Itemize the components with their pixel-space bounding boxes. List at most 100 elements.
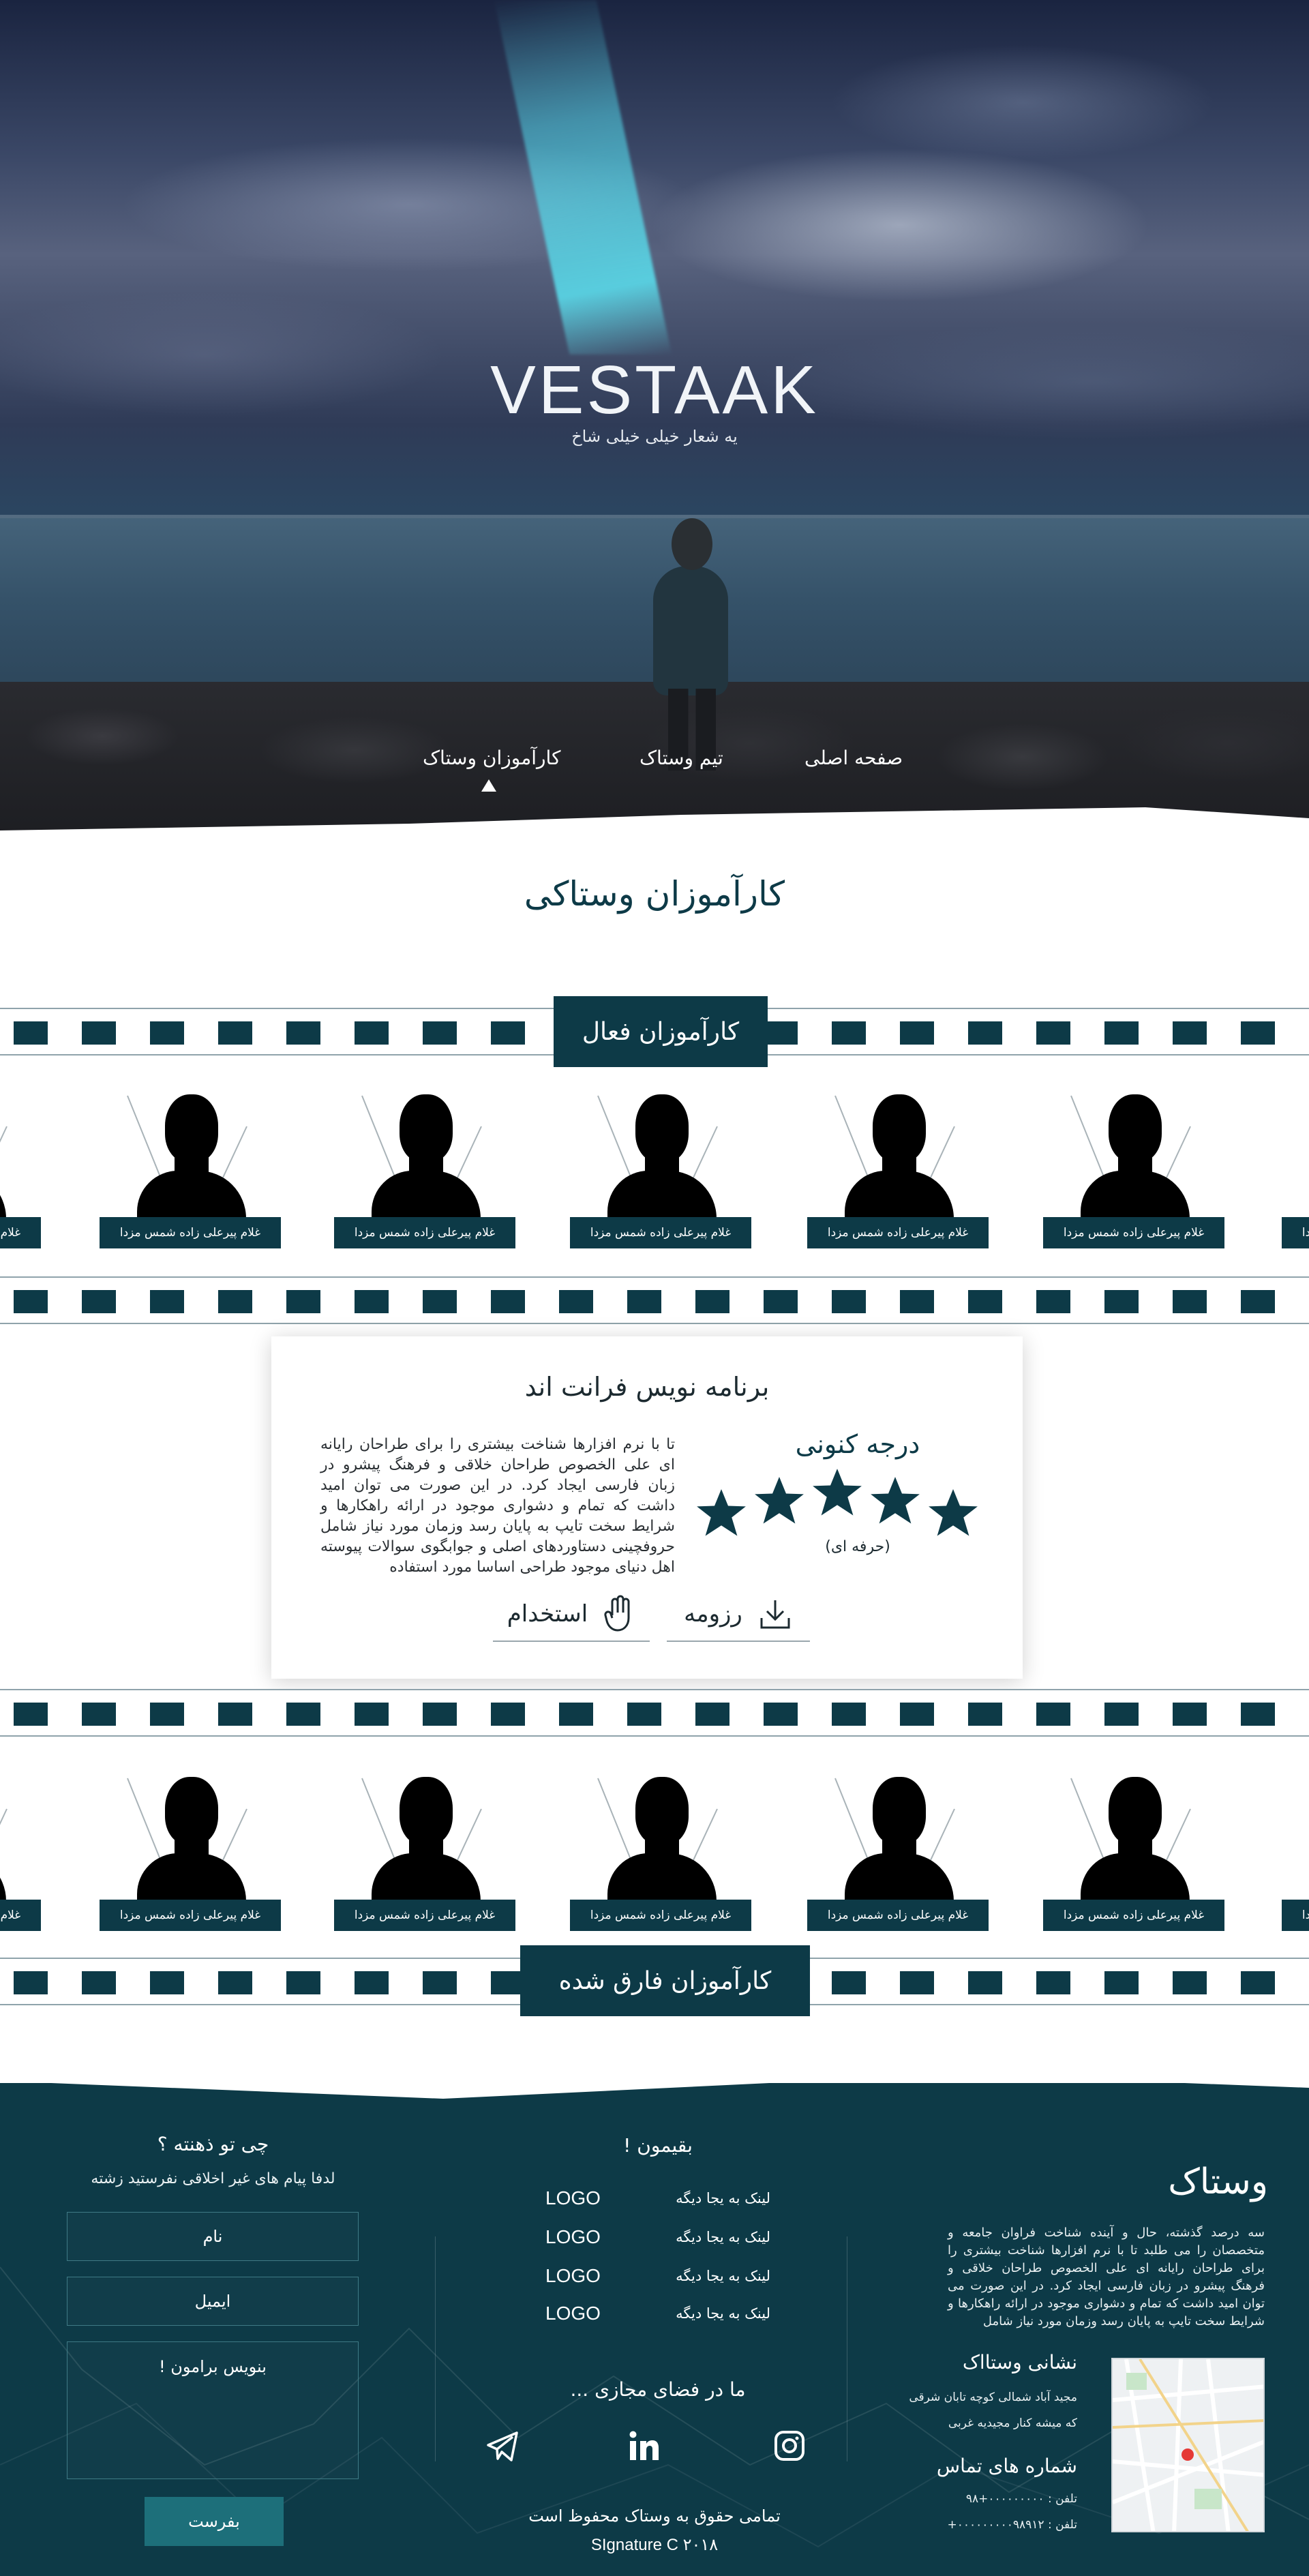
footer-link[interactable]: لینک به یجا دیگه LOGO [545, 2262, 770, 2290]
footer-link-text: لینک به یجا دیگه [676, 2305, 770, 2322]
avatar [165, 1777, 218, 1845]
form-title: چی تو ذهنته ؟ [157, 2133, 269, 2155]
film-strip-middle [0, 1276, 1309, 1324]
graduated-interns-label: کارآموزان فارق شده [520, 1945, 810, 2016]
intern-name: غلام پیرعلی زاده شمس مزدا [570, 1900, 751, 1931]
email-field-placeholder: ایمیل [194, 2292, 231, 2311]
footer-divider [435, 2236, 436, 2461]
brand-slogan: یه شعار خیلی خیلی شاخ [571, 427, 738, 446]
intern-card[interactable]: غلام پیرعلی زاده شمس مزدا [334, 1089, 515, 1253]
footer-contact-title: شماره های تماس [936, 2455, 1077, 2477]
avatar [400, 1094, 453, 1163]
download-icon [760, 1600, 790, 1629]
footer-link[interactable]: لینک به یجا دیگه LOGO [545, 2223, 770, 2251]
avatar [873, 1777, 926, 1845]
intern-name: غلام پیرعلی زاده شمس مزدا [1282, 1217, 1309, 1248]
footer-link-logo: LOGO [545, 2265, 601, 2286]
instagram-icon[interactable] [772, 2429, 807, 2463]
map-pin-icon [1182, 2448, 1194, 2461]
intern-name: غلام پیرعلی زاده شمس مزدا [334, 1900, 515, 1931]
intern-detail-card: برنامه نویس فرانت اند درجه کنونی (حرفه ا… [271, 1336, 1023, 1679]
star-icon [751, 1473, 808, 1527]
footer-link-logo: LOGO [545, 2187, 601, 2208]
intern-description: تا با نرم افزارها شناخت بیشتری را برای ط… [320, 1436, 675, 1576]
footer-link[interactable]: لینک به یجا دیگه LOGO [545, 2300, 770, 2327]
graduated-interns-row: غلام پیرعلی زاده شمس مزدا غلام پیرعلی زا… [0, 1771, 1309, 1935]
intern-card[interactable]: غلام پیرعلی زاده شمس مزدا [334, 1771, 515, 1935]
intern-name: غلام پیرعلی زاده شمس مزدا [570, 1217, 751, 1248]
page-title: کارآموزان وستاکی [524, 874, 785, 914]
footer-link-text: لینک به یجا دیگه [676, 2268, 770, 2284]
footer-top-edge [0, 2073, 1309, 2099]
message-field-placeholder: ! بنویس برامون [159, 2357, 267, 2376]
avatar [635, 1094, 689, 1163]
footer-phone-1: تلفن : ۰۰۰۰۰۰۰۰۰+۹۸ [965, 2492, 1077, 2506]
hire-button[interactable]: استخدام [493, 1587, 650, 1642]
resume-label: رزومه [684, 1600, 742, 1628]
intern-name: غلام پیرعلی زاده شمس مزدا [0, 1217, 41, 1248]
star-icon [809, 1466, 866, 1519]
hero-person-head [672, 518, 712, 570]
nav-home[interactable]: صفحه اصلی [804, 747, 903, 769]
name-field-placeholder: نام [202, 2227, 223, 2246]
footer-phone-2: تلفن : ۰۰۰۰۰۰۰۰۰۹۸۹۱۲+ [947, 2518, 1077, 2532]
hire-label: استخدام [507, 1600, 588, 1628]
message-field[interactable]: ! بنویس برامون [67, 2341, 359, 2479]
star-icon [693, 1485, 750, 1540]
footer-signature: SIgnature C ۲۰۱۸ [590, 2536, 719, 2554]
nav-active-indicator [481, 779, 496, 792]
intern-name: غلام پیرعلی زاده شمس مزدا [0, 1900, 41, 1931]
intern-card[interactable]: غلام پیرعلی زاده شمس مزدا [1043, 1089, 1224, 1253]
avatar [1109, 1777, 1162, 1845]
intern-card[interactable]: غلام پیرعلی زاده شمس مزدا [0, 1089, 41, 1253]
intern-name: غلام پیرعلی زاده شمس مزدا [807, 1217, 989, 1248]
intern-card[interactable]: غلام پیرعلی زاده شمس مزدا [1282, 1771, 1309, 1935]
intern-card[interactable]: غلام پیرعلی زاده شمس مزدا [0, 1771, 41, 1935]
rating-level: (حرفه ای) [825, 1538, 890, 1555]
star-icon [867, 1473, 924, 1527]
brand-title: VESTAAK [490, 352, 819, 428]
avatar [400, 1777, 453, 1845]
nav-interns[interactable]: کارآموزان وستاک [423, 747, 560, 769]
intern-name: غلام پیرعلی زاده شمس مزدا [1282, 1900, 1309, 1931]
name-field[interactable]: نام [67, 2212, 359, 2261]
intern-card[interactable]: غلام پیرعلی زاده شمس مزدا [807, 1089, 989, 1253]
rating-title: درجه کنونی [795, 1429, 920, 1459]
intern-card[interactable]: غلام پیرعلی زاده شمس مزدا [1282, 1089, 1309, 1253]
footer-links-title: ! بقیمون [623, 2134, 693, 2157]
footer-link-text: لینک به یجا دیگه [676, 2190, 770, 2206]
intern-name: غلام پیرعلی زاده شمس مزدا [1043, 1217, 1224, 1248]
form-note: لدفا پیام های غیر اخلاقی نفرستید زشته [91, 2170, 335, 2187]
footer-social-title: ... ما در فضای مجازی [570, 2378, 746, 2401]
send-button[interactable]: بفرست [145, 2497, 284, 2546]
intern-name: غلام پیرعلی زاده شمس مزدا [100, 1217, 281, 1248]
hand-icon [604, 1595, 630, 1632]
intern-card[interactable]: غلام پیرعلی زاده شمس مزدا [1043, 1771, 1224, 1935]
footer-link-logo: LOGO [545, 2303, 601, 2324]
active-interns-label: کارآموزان فعال [554, 996, 768, 1067]
hero-person [653, 566, 728, 695]
footer-link-text: لینک به یجا دیگه [676, 2229, 770, 2245]
telegram-icon[interactable] [485, 2429, 520, 2463]
active-interns-row: غلام پیرعلی زاده شمس مزدا غلام پیرعلی زا… [0, 1089, 1309, 1253]
star-icon [924, 1485, 982, 1540]
resume-button[interactable]: رزومه [667, 1587, 810, 1642]
nav-team[interactable]: تیم وستاک [640, 747, 723, 769]
intern-card[interactable]: غلام پیرعلی زاده شمس مزدا [570, 1771, 751, 1935]
intern-card[interactable]: غلام پیرعلی زاده شمس مزدا [100, 1089, 281, 1253]
intern-name: غلام پیرعلی زاده شمس مزدا [100, 1900, 281, 1931]
footer-copyright: تمامی حقوق به وستاک محفوظ است [528, 2506, 781, 2526]
intern-role-title: برنامه نویس فرانت اند [524, 1372, 770, 1402]
intern-name: غلام پیرعلی زاده شمس مزدا [334, 1217, 515, 1248]
footer-link[interactable]: لینک به یجا دیگه LOGO [545, 2185, 770, 2212]
intern-card[interactable]: غلام پیرعلی زاده شمس مزدا [807, 1771, 989, 1935]
footer-address-title: نشانی وستااک [962, 2351, 1077, 2373]
email-field[interactable]: ایمیل [67, 2277, 359, 2326]
linkedin-icon[interactable] [627, 2429, 661, 2463]
location-map[interactable] [1111, 2358, 1265, 2532]
rating-stars [693, 1466, 982, 1540]
intern-card[interactable]: غلام پیرعلی زاده شمس مزدا [570, 1089, 751, 1253]
avatar [873, 1094, 926, 1163]
intern-card[interactable]: غلام پیرعلی زاده شمس مزدا [100, 1771, 281, 1935]
intern-name: غلام پیرعلی زاده شمس مزدا [1043, 1900, 1224, 1931]
